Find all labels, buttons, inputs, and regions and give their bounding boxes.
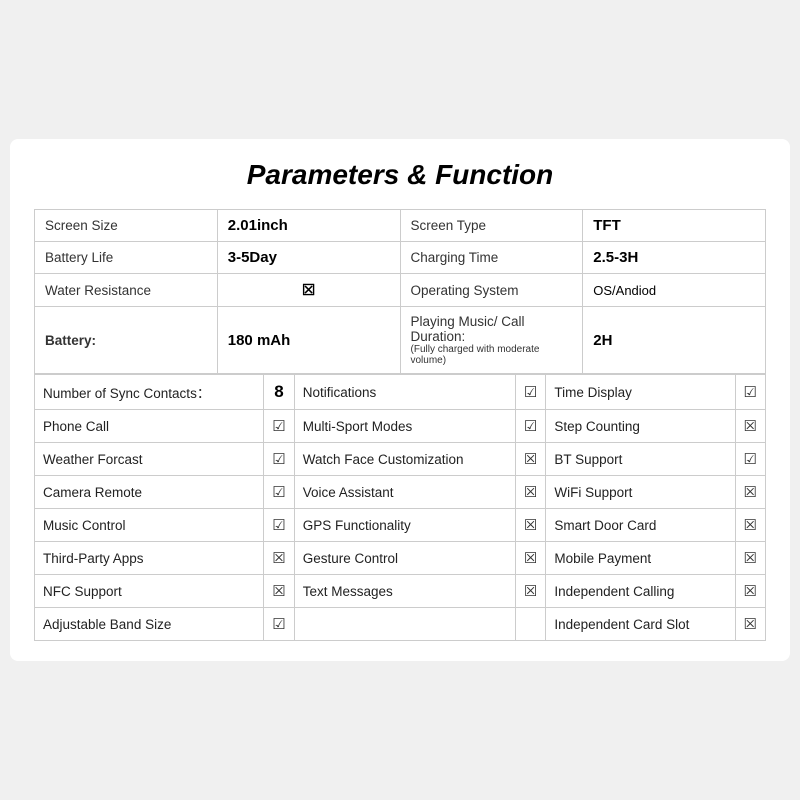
feat-check: ☒	[735, 509, 765, 542]
feat-label: Gesture Control	[294, 542, 515, 575]
feat-check: ☒	[264, 575, 294, 608]
feat-check	[515, 608, 545, 641]
feat-check: ☒	[735, 542, 765, 575]
feat-check: ☒	[735, 608, 765, 641]
notifications-check: ☑	[515, 375, 545, 410]
spec-label: Operating System	[400, 274, 583, 307]
spec-label: Battery Life	[35, 242, 218, 274]
spec-value: 2.01inch	[217, 210, 400, 242]
feat-check: ☑	[264, 443, 294, 476]
feature-row: Weather Forcast ☑ Watch Face Customizati…	[35, 443, 766, 476]
spec-label: Screen Size	[35, 210, 218, 242]
feat-label: Mobile Payment	[546, 542, 735, 575]
feat-check: ☒	[515, 476, 545, 509]
feat-check: ☒	[515, 542, 545, 575]
specs-table: Screen Size 2.01inch Screen Type TFT Bat…	[34, 209, 766, 374]
feat-check: ☒	[735, 476, 765, 509]
spec-label: Screen Type	[400, 210, 583, 242]
sync-contacts-label: Number of Sync Contacts：	[35, 375, 264, 410]
spec-value: TFT	[583, 210, 766, 242]
feat-label: Adjustable Band Size	[35, 608, 264, 641]
spec-value: ☒	[217, 274, 400, 307]
feat-check: ☑	[264, 476, 294, 509]
feature-row: NFC Support ☒ Text Messages ☒ Independen…	[35, 575, 766, 608]
feat-label: WiFi Support	[546, 476, 735, 509]
feat-label: Independent Card Slot	[546, 608, 735, 641]
feat-label: Third-Party Apps	[35, 542, 264, 575]
feat-check: ☑	[264, 608, 294, 641]
feature-row: Adjustable Band Size ☑ Independent Card …	[35, 608, 766, 641]
feature-row: Music Control ☑ GPS Functionality ☒ Smar…	[35, 509, 766, 542]
time-display-label: Time Display	[546, 375, 735, 410]
spec-label: Playing Music/ Call Duration: (Fully cha…	[400, 307, 583, 374]
feat-check: ☒	[264, 542, 294, 575]
spec-value: 2.5-3H	[583, 242, 766, 274]
main-card: Parameters & Function Screen Size 2.01in…	[10, 139, 790, 661]
feat-label	[294, 608, 515, 641]
spec-value: 180 mAh	[217, 307, 400, 374]
feat-check: ☒	[735, 575, 765, 608]
feat-label: GPS Functionality	[294, 509, 515, 542]
feat-label: Multi-Sport Modes	[294, 410, 515, 443]
spec-value: 3-5Day	[217, 242, 400, 274]
feat-check: ☒	[735, 410, 765, 443]
sync-contacts-value: 8	[264, 375, 294, 410]
spec-label: Water Resistance	[35, 274, 218, 307]
spec-row: Screen Size 2.01inch Screen Type TFT	[35, 210, 766, 242]
features-header-row: Number of Sync Contacts： 8 Notifications…	[35, 375, 766, 410]
feat-check: ☑	[515, 410, 545, 443]
feat-label: Voice Assistant	[294, 476, 515, 509]
feat-check: ☑	[735, 443, 765, 476]
feat-label: Text Messages	[294, 575, 515, 608]
feat-check: ☒	[515, 443, 545, 476]
feat-label: Weather Forcast	[35, 443, 264, 476]
feat-label: Camera Remote	[35, 476, 264, 509]
feature-row: Phone Call ☑ Multi-Sport Modes ☑ Step Co…	[35, 410, 766, 443]
feat-label: Watch Face Customization	[294, 443, 515, 476]
feat-label: Smart Door Card	[546, 509, 735, 542]
feat-label: Music Control	[35, 509, 264, 542]
spec-row: Battery Life 3-5Day Charging Time 2.5-3H	[35, 242, 766, 274]
spec-value: OS/Andiod	[583, 274, 766, 307]
spec-label: Charging Time	[400, 242, 583, 274]
page-title: Parameters & Function	[34, 159, 766, 191]
feat-label: Independent Calling	[546, 575, 735, 608]
spec-value: 2H	[583, 307, 766, 374]
feat-label: Phone Call	[35, 410, 264, 443]
feat-check: ☒	[515, 509, 545, 542]
spec-row: Water Resistance ☒ Operating System OS/A…	[35, 274, 766, 307]
feat-check: ☒	[515, 575, 545, 608]
feat-check: ☑	[264, 410, 294, 443]
notifications-label: Notifications	[294, 375, 515, 410]
spec-label: Battery:	[35, 307, 218, 374]
feat-check: ☑	[264, 509, 294, 542]
feat-label: Step Counting	[546, 410, 735, 443]
feature-row: Camera Remote ☑ Voice Assistant ☒ WiFi S…	[35, 476, 766, 509]
feat-label: NFC Support	[35, 575, 264, 608]
feature-row: Third-Party Apps ☒ Gesture Control ☒ Mob…	[35, 542, 766, 575]
spec-row: Battery: 180 mAh Playing Music/ Call Dur…	[35, 307, 766, 374]
time-display-check: ☑	[735, 375, 765, 410]
features-table: Number of Sync Contacts： 8 Notifications…	[34, 374, 766, 641]
feat-label: BT Support	[546, 443, 735, 476]
